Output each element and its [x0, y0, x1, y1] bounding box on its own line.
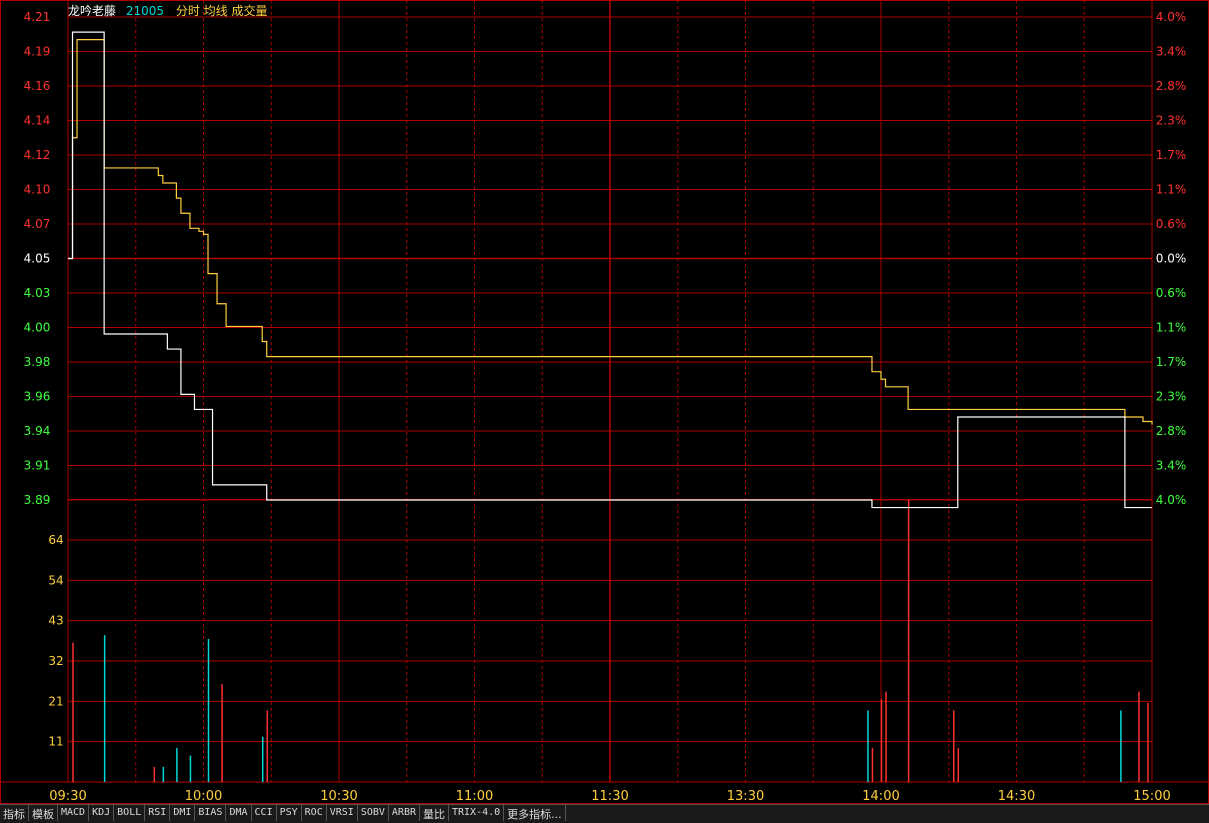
- indicator-tab-bar: 指标 模板 MACD KDJ BOLL RSI DMI BIAS DMA CCI PSY ROC VRS…: [0, 804, 1209, 823]
- percent-tick-label: 4.0%: [1156, 493, 1187, 507]
- tab-4[interactable]: BOLL: [114, 805, 146, 821]
- percent-tick-label: 1.1%: [1156, 321, 1187, 335]
- tab-8[interactable]: DMA: [226, 805, 252, 821]
- tab-5[interactable]: RSI: [145, 805, 171, 821]
- percent-tick-label: 4.0%: [1156, 10, 1187, 24]
- price-tick-label: 4.03: [24, 286, 51, 300]
- percent-tick-label: 2.3%: [1156, 114, 1187, 128]
- time-tick-label: 09:30: [49, 789, 86, 804]
- time-tick-label: 11:00: [456, 789, 493, 804]
- percent-tick-label: 2.8%: [1156, 424, 1187, 438]
- volume-tick-label: 21: [48, 694, 63, 708]
- percent-tick-label: 3.4%: [1156, 45, 1187, 59]
- volume-tick-label: 64: [48, 533, 63, 547]
- intraday-chart[interactable]: 4.21 4.0% 4.19 3.4% 4.16 2.8% 4.14 2.3% 4.12 1.7%…: [0, 0, 1209, 804]
- price-tick-label: 3.94: [24, 424, 51, 438]
- tab-11[interactable]: ROC: [302, 805, 327, 821]
- price-tick-label: 4.07: [24, 217, 51, 231]
- tab-6[interactable]: DMI: [170, 805, 196, 821]
- percent-tick-label: 1.1%: [1156, 183, 1187, 197]
- tab-13[interactable]: SOBV: [358, 805, 389, 821]
- price-tick-label: 3.91: [24, 459, 51, 473]
- time-tick-label: 10:00: [185, 789, 222, 804]
- volume-tick-label: 32: [48, 654, 63, 668]
- stock-name: 龙吟老藤: [68, 4, 117, 18]
- price-tick-label: 4.16: [24, 79, 51, 93]
- percent-tick-label: 2.8%: [1156, 79, 1187, 93]
- tab-7[interactable]: BIAS: [195, 805, 227, 821]
- percent-tick-label: 0.6%: [1156, 217, 1187, 231]
- tab-12[interactable]: VRSI: [327, 805, 358, 821]
- percent-tick-label: 1.7%: [1156, 148, 1187, 162]
- time-tick-label: 13:30: [727, 789, 764, 804]
- tab-16[interactable]: TRIX-4.0: [449, 805, 505, 821]
- indicator-legend: 分时 均线 成交量: [175, 4, 268, 18]
- price-tick-label: 4.14: [24, 114, 51, 128]
- price-tick-label: 3.98: [24, 355, 51, 369]
- percent-tick-label: 2.3%: [1156, 390, 1187, 404]
- volume-tick-label: 43: [48, 614, 63, 628]
- price-tick-label: 4.10: [24, 183, 51, 197]
- tab-3[interactable]: KDJ: [89, 805, 115, 821]
- tab-17[interactable]: 更多指标...: [504, 805, 566, 821]
- tab-2[interactable]: MACD: [58, 805, 90, 821]
- price-tick-label: 4.12: [24, 148, 51, 162]
- time-tick-label: 11:30: [591, 789, 628, 804]
- percent-tick-label: 0.6%: [1156, 286, 1187, 300]
- percent-tick-label: 1.7%: [1156, 355, 1187, 369]
- price-tick-label: 3.89: [24, 493, 51, 507]
- tab-0[interactable]: 指标: [0, 805, 29, 821]
- time-tick-label: 14:30: [998, 789, 1035, 804]
- volume-tick-label: 11: [48, 735, 63, 749]
- time-tick-label: 10:30: [320, 789, 357, 804]
- price-tick-label: 4.21: [24, 10, 51, 24]
- price-tick-label: 4.05: [24, 252, 51, 266]
- tab-9[interactable]: CCI: [252, 805, 277, 821]
- percent-tick-label: 3.4%: [1156, 459, 1187, 473]
- price-tick-label: 3.96: [24, 390, 51, 404]
- percent-tick-label: 0.0%: [1156, 252, 1187, 266]
- time-tick-label: 15:00: [1133, 789, 1170, 804]
- tab-1[interactable]: 模板: [29, 805, 58, 821]
- tab-10[interactable]: PSY: [277, 805, 302, 821]
- volume-tick-label: 54: [48, 573, 63, 587]
- tab-15[interactable]: 量比: [420, 805, 449, 821]
- price-tick-label: 4.19: [24, 45, 51, 59]
- total-volume: 21005: [125, 4, 165, 18]
- price-tick-label: 4.00: [24, 321, 51, 335]
- tab-14[interactable]: ARBR: [389, 805, 420, 821]
- chart-title: 龙吟老藤 21005 分时 均线 成交量: [68, 2, 268, 19]
- time-tick-label: 14:00: [862, 789, 899, 804]
